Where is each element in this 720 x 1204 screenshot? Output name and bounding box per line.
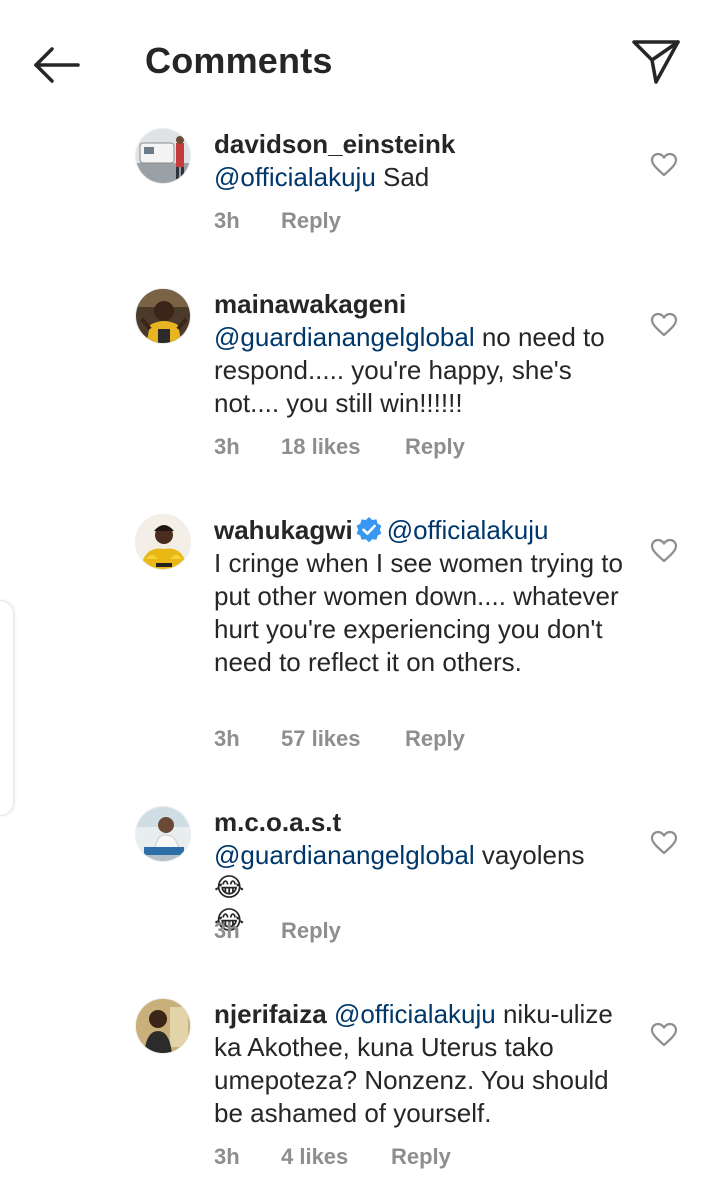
comment-meta: 3h Reply [214,918,341,944]
laughing-tears-emoji-icon: 😂😂 [214,873,245,936]
heart-icon[interactable] [650,312,678,338]
comment-meta: 3h 18 likes Reply [214,434,465,460]
paper-plane-icon [632,40,680,84]
reply-button[interactable]: Reply [405,726,465,752]
back-button[interactable] [28,40,84,88]
avatar[interactable] [135,806,191,862]
comment-body: njerifaiza @officialakuju niku-ulize ka … [214,998,624,1130]
mention-link[interactable]: @guardianangelglobal [214,840,475,870]
likes-count[interactable]: 57 likes [281,726,405,752]
heart-icon[interactable] [650,830,678,856]
reply-button[interactable]: Reply [281,208,341,234]
avatar[interactable] [135,514,191,570]
comment-time: 3h [214,726,240,751]
verified-badge-icon [356,517,382,543]
mention-link[interactable]: @officialakuju [387,515,549,545]
comment-text: @officialakuju Sad [214,162,430,192]
avatar[interactable] [135,998,191,1054]
comment-header-line: wahukagwi @officialakuju [214,514,624,547]
avatar[interactable] [135,288,191,344]
comment-username[interactable]: wahukagwi [214,515,353,545]
reply-button[interactable]: Reply [405,434,465,460]
likes-count[interactable]: 18 likes [281,434,405,460]
comment-body: davidson_einsteink @officialakuju Sad [214,128,624,194]
comment-time: 3h [214,1144,240,1169]
share-button[interactable] [628,36,684,88]
comment-time: 3h [214,434,240,459]
comment-username[interactable]: mainawakageni [214,288,624,321]
comment-meta: 3h 57 likes Reply [214,726,465,752]
comment-username[interactable]: davidson_einsteink [214,128,624,161]
arrow-left-icon [34,47,80,83]
comment-time: 3h [214,918,240,943]
heart-icon[interactable] [650,538,678,564]
comment-username[interactable]: njerifaiza [214,999,327,1029]
comments-screen: Comments davidson_einsteink @officialaku… [0,0,720,1204]
mention-link[interactable]: @officialakuju [334,999,496,1029]
heart-icon[interactable] [650,1022,678,1048]
mention-link[interactable]: @guardianangelglobal [214,322,475,352]
comment-text: njerifaiza @officialakuju niku-ulize ka … [214,999,613,1128]
reply-button[interactable]: Reply [391,1144,451,1170]
comment-time: 3h [214,208,240,233]
header-bar: Comments [0,0,720,120]
page-title: Comments [145,40,333,81]
comment-text: @guardianangelglobal vayolens [214,840,585,870]
heart-icon[interactable] [650,152,678,178]
likes-count[interactable]: 4 likes [281,1144,391,1170]
comment-username[interactable]: m.c.o.a.s.t [214,806,624,839]
side-panel-handle[interactable] [0,600,14,816]
comment-text: @guardianangelglobal no need to respond.… [214,322,605,418]
mention-link[interactable]: @officialakuju [214,162,376,192]
comment-body: wahukagwi @officialakuju I cringe when I… [214,514,624,679]
comment-meta: 3h 4 likes Reply [214,1144,451,1170]
comment-body: mainawakageni @guardianangelglobal no ne… [214,288,624,420]
comment-body: m.c.o.a.s.t @guardianangelglobal vayolen… [214,806,624,936]
comment-meta: 3h Reply [214,208,341,234]
comment-text: I cringe when I see women trying to put … [214,548,623,677]
reply-button[interactable]: Reply [281,918,341,944]
avatar[interactable] [135,128,191,184]
